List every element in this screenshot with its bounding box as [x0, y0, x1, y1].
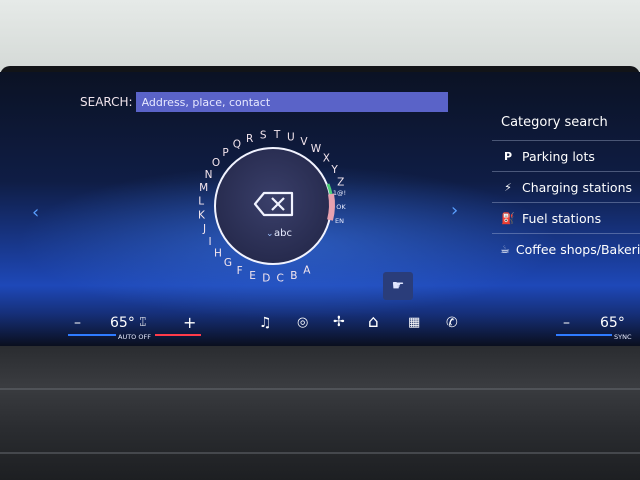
dashboard-seam-lower	[0, 452, 640, 454]
search-input[interactable]	[135, 92, 448, 112]
letter-key[interactable]: J	[202, 223, 206, 235]
mode-key[interactable]: 1@!	[333, 189, 346, 197]
phone-icon[interactable]: ✆	[446, 315, 458, 331]
right-temp-down-button[interactable]: –	[563, 315, 570, 331]
letter-key[interactable]: R	[246, 133, 253, 145]
bottom-bar: – 65° ⑄ + ♫ ◎ ✢ ⌂ ▦ ✆ – 65°	[0, 312, 640, 342]
left-fan-indicator	[68, 334, 116, 336]
letter-key[interactable]: N	[205, 169, 213, 181]
chevron-down-icon: ⌄	[266, 229, 274, 239]
coffee-cup-icon: ☕	[500, 242, 510, 256]
music-note-icon[interactable]: ♫	[259, 315, 272, 331]
letter-key[interactable]: S	[260, 130, 267, 142]
letter-key[interactable]: T	[273, 129, 281, 141]
category-list: P Parking lots ⚡ Charging stations ⛽ Fue…	[492, 140, 640, 264]
category-item-parking[interactable]: P Parking lots	[492, 140, 640, 171]
letter-key[interactable]: G	[224, 257, 232, 269]
fuel-pump-icon: ⛽	[501, 211, 515, 225]
letter-key[interactable]: Y	[330, 164, 338, 176]
category-item-charging[interactable]: ⚡ Charging stations	[492, 171, 640, 202]
background-wall	[0, 0, 640, 72]
apps-grid-icon[interactable]: ▦	[408, 315, 420, 330]
letter-key[interactable]: X	[323, 153, 330, 165]
category-label: Parking lots	[522, 148, 595, 164]
left-temp-up-button[interactable]: +	[183, 313, 196, 332]
letter-key[interactable]: U	[287, 131, 295, 143]
category-title: Category search	[501, 115, 608, 130]
letter-key[interactable]: Z	[337, 176, 344, 188]
left-heat-indicator	[155, 334, 201, 336]
letter-key[interactable]: E	[249, 270, 256, 282]
letter-key[interactable]: V	[300, 136, 308, 148]
letter-key[interactable]: C	[277, 273, 284, 282]
fan-icon[interactable]: ✢	[333, 314, 345, 330]
auto-off-label: AUTO OFF	[118, 333, 151, 341]
category-label: Coffee shops/Bakeries	[515, 241, 640, 257]
letter-key[interactable]: B	[290, 270, 297, 282]
letter-key[interactable]: O	[212, 157, 220, 169]
sync-label: SYNC	[614, 333, 632, 341]
right-fan-indicator	[556, 334, 612, 336]
category-item-coffee[interactable]: ☕ Coffee shops/Bakeries	[492, 233, 640, 264]
chevron-right-icon[interactable]: ›	[451, 200, 458, 221]
letter-key[interactable]: H	[214, 247, 222, 259]
cursor-hand-icon: ☛	[391, 278, 405, 294]
letter-key[interactable]: D	[262, 273, 270, 282]
letter-key[interactable]: A	[303, 265, 311, 277]
chevron-left-icon[interactable]: ‹	[32, 202, 39, 223]
seat-heat-icon[interactable]: ⑄	[139, 315, 147, 330]
letter-key[interactable]: F	[237, 265, 243, 277]
letter-key[interactable]: P	[222, 147, 228, 159]
mode-key[interactable]: EN	[335, 217, 344, 225]
letter-key[interactable]: L	[198, 196, 204, 208]
mode-key[interactable]: OK	[336, 203, 346, 211]
active-segment	[327, 193, 335, 221]
letter-key[interactable]: K	[198, 210, 206, 222]
letter-key[interactable]: W	[311, 143, 322, 155]
charging-plug-icon: ⚡	[504, 180, 512, 194]
search-row: SEARCH:	[80, 92, 448, 112]
category-label: Charging stations	[522, 179, 632, 195]
touchpad-cursor-button[interactable]: ☛	[383, 272, 413, 300]
dashboard-trim	[0, 346, 640, 480]
letter-key[interactable]: Q	[233, 139, 241, 151]
keyboard-mode-label[interactable]: abc	[274, 228, 292, 239]
left-temp-value: 65°	[110, 315, 135, 331]
letter-key[interactable]: I	[209, 236, 212, 248]
category-item-fuel[interactable]: ⛽ Fuel stations	[492, 202, 640, 233]
dashboard-seam	[0, 388, 640, 390]
rotary-keyboard[interactable]: ABCDEFGHIJKLMNOPQ R S T U VWXYZ 1@! OK EN ⌄ abc	[188, 122, 368, 282]
home-icon[interactable]: ⌂	[368, 312, 379, 332]
letter-key[interactable]: M	[199, 182, 208, 194]
navigation-compass-icon[interactable]: ◎	[297, 315, 308, 330]
right-temp-value: 65°	[600, 315, 625, 331]
parking-icon: P	[503, 149, 513, 163]
keyboard-center	[214, 147, 332, 265]
left-temp-down-button[interactable]: –	[74, 315, 81, 331]
search-label: SEARCH:	[80, 95, 133, 109]
category-label: Fuel stations	[522, 210, 602, 226]
